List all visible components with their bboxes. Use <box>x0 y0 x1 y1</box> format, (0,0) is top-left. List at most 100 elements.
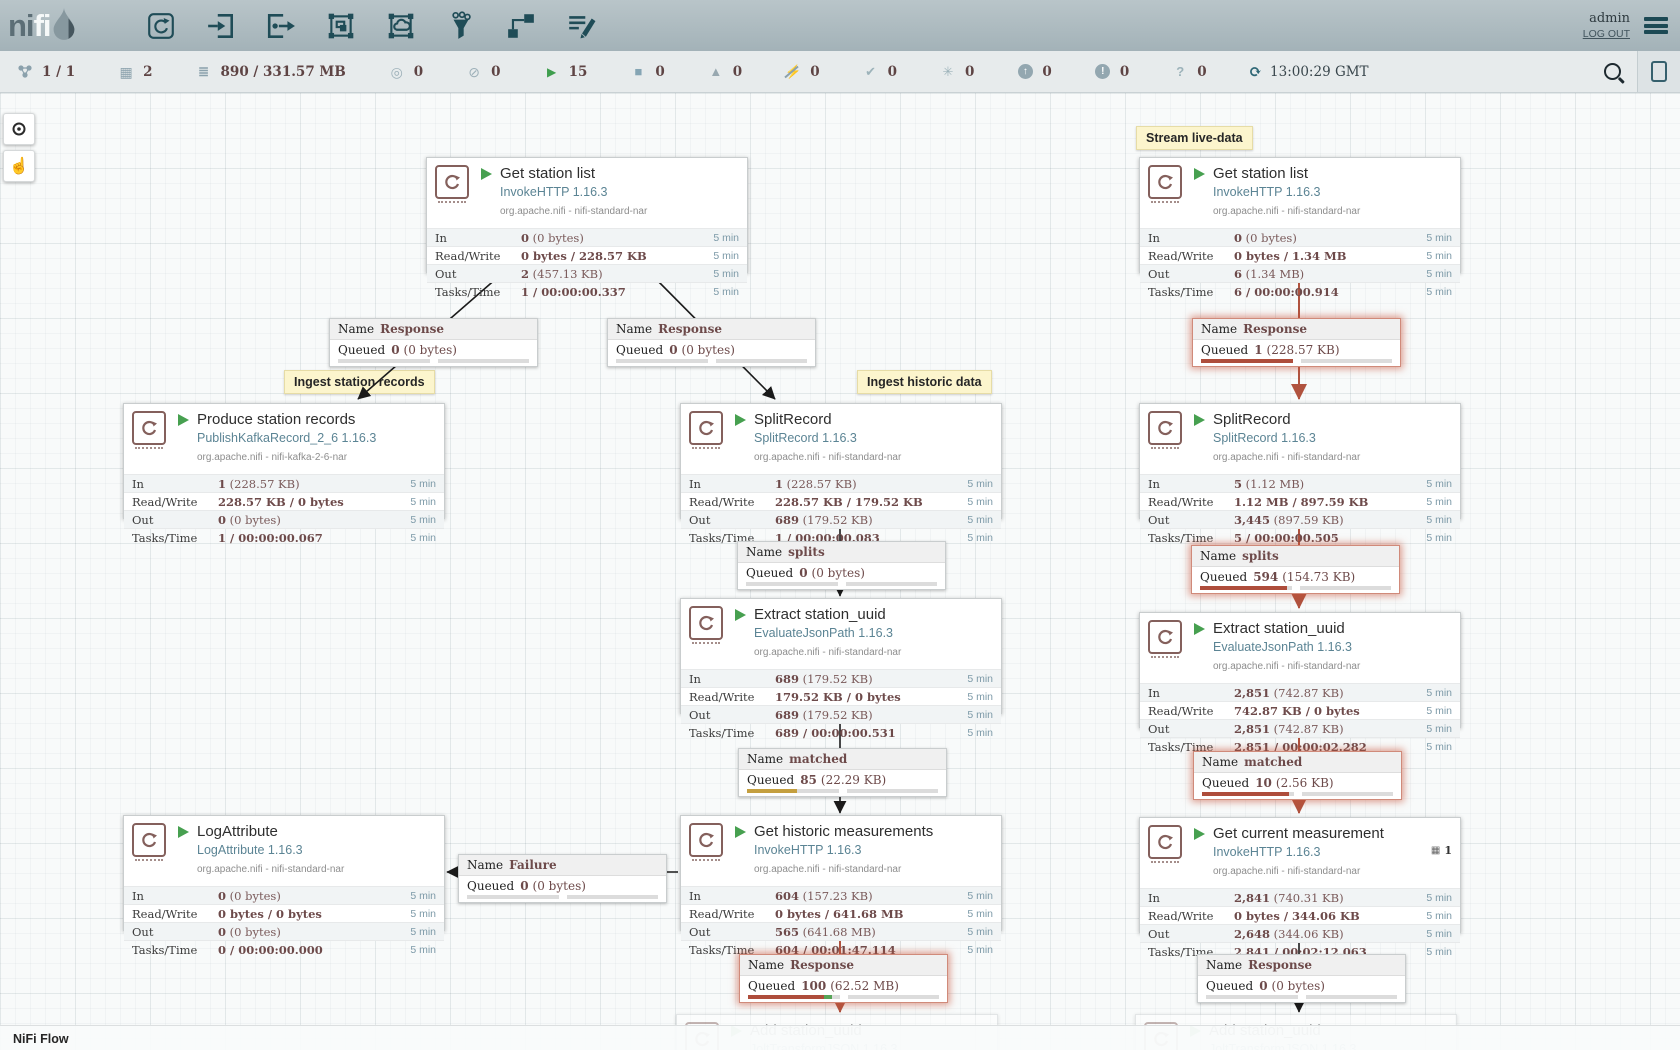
processor-stat-row: Tasks/Time 689 / 00:00:00.531 5 min <box>681 723 1001 741</box>
processor-type-icon <box>435 165 469 199</box>
output-port-icon[interactable] <box>266 11 296 41</box>
processor-splitrecord-middle[interactable]: SplitRecord SplitRecord 1.16.3 org.apach… <box>680 403 1002 519</box>
processor-get-historic-measurements[interactable]: Get historic measurements InvokeHTTP 1.1… <box>680 815 1002 931</box>
canvas-label[interactable]: Ingest historic data <box>857 370 992 394</box>
canvas-label[interactable]: Ingest station records <box>284 370 435 394</box>
stat-window: 5 min <box>1426 286 1452 298</box>
processor-splitrecord-right[interactable]: SplitRecord SplitRecord 1.16.3 org.apach… <box>1139 403 1461 519</box>
status-item-up-to-date: ✔0 <box>862 64 897 80</box>
backpressure-bars <box>1206 995 1397 999</box>
refresh-icon[interactable]: ⟳ <box>1249 62 1262 81</box>
processor-title: Extract station_uuid <box>754 606 886 623</box>
stat-suffix: (228.57 KB) <box>787 477 857 491</box>
connection-name-value: Failure <box>509 858 556 872</box>
connection-label[interactable]: NameResponse Queued1(228.57 KB) <box>1192 318 1401 367</box>
connection-label[interactable]: NameResponse Queued0(0 bytes) <box>607 318 816 367</box>
stat-label: Tasks/Time <box>1148 285 1234 299</box>
input-port-icon[interactable] <box>206 11 236 41</box>
connection-label[interactable]: Namematched Queued10(2.56 KB) <box>1193 751 1402 800</box>
stat-label: Read/Write <box>132 907 218 921</box>
current-user: admin <box>1583 10 1630 28</box>
running-indicator-icon <box>1194 414 1205 426</box>
remote-process-group-icon[interactable] <box>386 11 416 41</box>
stat-value: 1 <box>775 477 783 491</box>
logout-link[interactable]: LOG OUT <box>1583 27 1630 41</box>
processor-stat-row: Out 2 (457.13 KB) 5 min <box>427 264 747 282</box>
connection-queued-size: (0 bytes) <box>682 343 735 357</box>
processor-stat-row: Read/Write 742.87 KB / 0 bytes 5 min <box>1140 701 1460 719</box>
stat-value: 2 <box>521 267 529 281</box>
stat-window: 5 min <box>410 514 436 526</box>
flow-canvas[interactable]: Ingest station records Ingest historic da… <box>0 93 1680 1050</box>
connection-label[interactable]: Namesplits Queued594(154.73 KB) <box>1191 545 1400 594</box>
connection-label[interactable]: Namematched Queued85(22.29 KB) <box>738 748 947 797</box>
stat-window: 5 min <box>1426 723 1452 735</box>
connection-queued-count: 0 <box>520 879 528 893</box>
processor-type-icon <box>132 411 166 445</box>
stat-window: 5 min <box>713 286 739 298</box>
connection-name-key: Name <box>746 545 782 559</box>
connection-label[interactable]: NameResponse Queued100(62.52 MB) <box>739 954 948 1003</box>
stat-suffix: (0 bytes) <box>533 231 584 245</box>
processor-extract-station-uuid-middle[interactable]: Extract station_uuid EvaluateJsonPath 1.… <box>680 598 1002 714</box>
processor-bundle: org.apache.nifi - nifi-standard-nar <box>1213 866 1360 877</box>
connection-label[interactable]: NameResponse Queued0(0 bytes) <box>329 318 538 367</box>
connection-name-key: Name <box>747 752 783 766</box>
breadcrumb[interactable]: NiFi Flow <box>13 1032 69 1046</box>
processor-get-current-measurement[interactable]: Get current measurement InvokeHTTP 1.16.… <box>1139 817 1461 933</box>
search-icon[interactable] <box>1604 63 1621 80</box>
stat-window: 5 min <box>410 532 436 544</box>
processor-get-station-list-left[interactable]: Get station list InvokeHTTP 1.16.3 org.a… <box>426 157 748 273</box>
processor-logattribute[interactable]: LogAttribute LogAttribute 1.16.3 org.apa… <box>123 815 445 931</box>
processor-stat-row: Out 3,445 (897.59 KB) 5 min <box>1140 510 1460 528</box>
running-indicator-icon <box>178 414 189 426</box>
label-icon[interactable] <box>566 11 596 41</box>
status-item-invalid: ▲0 <box>707 64 742 80</box>
template-icon[interactable] <box>506 11 536 41</box>
stat-value: 0 bytes / 1.34 MB <box>1234 249 1347 263</box>
process-group-icon[interactable] <box>326 11 356 41</box>
stat-label: Tasks/Time <box>689 726 775 740</box>
stat-value: 228.57 KB / 0 bytes <box>218 495 344 509</box>
backpressure-bars <box>748 995 939 999</box>
stat-value: 2,648 <box>1234 927 1270 941</box>
processor-produce-station-records[interactable]: Produce station records PublishKafkaReco… <box>123 403 445 519</box>
operate-palette-button[interactable]: ☝ <box>3 150 35 182</box>
stat-value: 0 bytes / 344.06 KB <box>1234 909 1360 923</box>
connection-label[interactable]: NameResponse Queued0(0 bytes) <box>1197 954 1406 1003</box>
processor-stat-row: In 2,851 (742.87 KB) 5 min <box>1140 683 1460 701</box>
processor-type-icon <box>689 823 723 857</box>
stat-window: 5 min <box>967 673 993 685</box>
processor-icon[interactable] <box>146 11 176 41</box>
connection-name-value: Response <box>1248 958 1312 972</box>
processor-stat-row: Out 565 (641.68 MB) 5 min <box>681 922 1001 940</box>
funnel-icon[interactable] <box>446 11 476 41</box>
connection-label[interactable]: Namesplits Queued0(0 bytes) <box>737 541 946 590</box>
flow-status-panel-button[interactable] <box>1637 51 1680 92</box>
stat-window: 5 min <box>1426 910 1452 922</box>
stat-window: 5 min <box>967 944 993 956</box>
processor-title: LogAttribute <box>197 823 278 840</box>
connection-name-key: Name <box>338 322 374 336</box>
connection-label[interactable]: NameFailure Queued0(0 bytes) <box>458 854 667 903</box>
stat-value: 689 <box>775 672 799 686</box>
stat-value: 2,841 <box>1234 891 1270 905</box>
status-item-transmitting: ◎0 <box>388 64 423 80</box>
stat-window: 5 min <box>1426 232 1452 244</box>
threads-icon: ▦ <box>117 65 135 79</box>
status-item-stale: ↑0 <box>1016 64 1051 80</box>
processor-get-station-list-right[interactable]: Get station list InvokeHTTP 1.16.3 org.a… <box>1139 157 1461 273</box>
birdseye-icon <box>10 120 28 138</box>
global-menu-icon[interactable] <box>1644 17 1668 34</box>
processor-type: InvokeHTTP 1.16.3 <box>754 843 861 857</box>
processor-stat-row: Out 0 (0 bytes) 5 min <box>124 510 444 528</box>
running-indicator-icon <box>1194 623 1205 635</box>
connection-name-value: splits <box>788 545 825 559</box>
connection-name-value: Response <box>658 322 722 336</box>
processor-stat-row: Out 2,851 (742.87 KB) 5 min <box>1140 719 1460 737</box>
logo-text-ni: ni <box>8 8 34 43</box>
stat-label: Tasks/Time <box>1148 531 1234 545</box>
processor-extract-station-uuid-right[interactable]: Extract station_uuid EvaluateJsonPath 1.… <box>1139 612 1461 728</box>
canvas-label[interactable]: Stream live-data <box>1136 126 1253 150</box>
navigate-palette-button[interactable] <box>3 113 35 145</box>
